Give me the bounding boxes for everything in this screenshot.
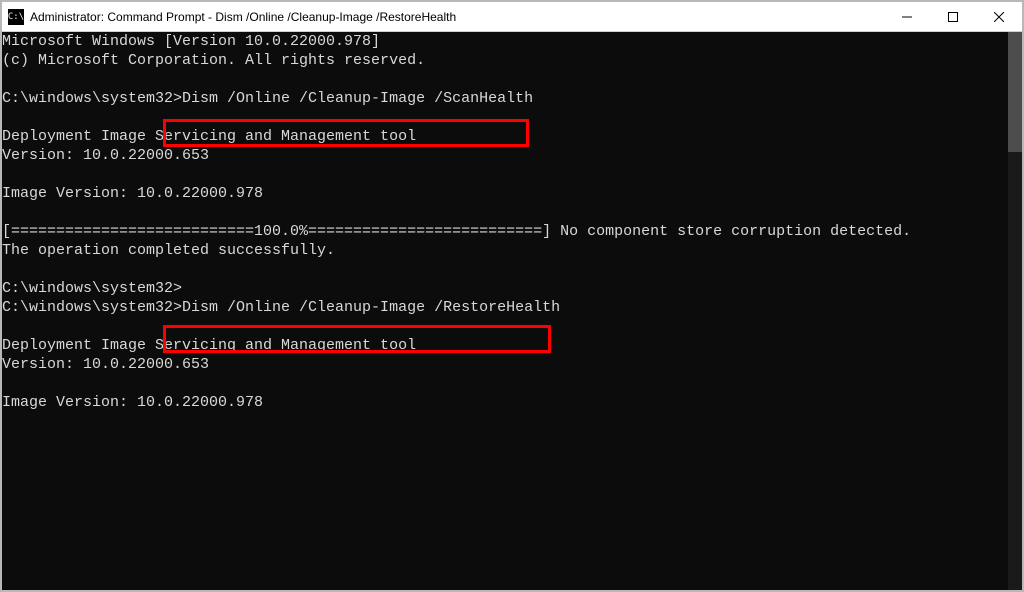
- close-button[interactable]: [976, 2, 1022, 31]
- scrollbar-vertical[interactable]: [1008, 32, 1022, 590]
- terminal-line: [2, 412, 1008, 431]
- minimize-button[interactable]: [884, 2, 930, 31]
- terminal-line: C:\windows\system32>: [2, 279, 1008, 298]
- terminal-line: (c) Microsoft Corporation. All rights re…: [2, 51, 1008, 70]
- close-icon: [994, 12, 1004, 22]
- terminal-line: The operation completed successfully.: [2, 241, 1008, 260]
- window-title: Administrator: Command Prompt - Dism /On…: [30, 10, 456, 24]
- terminal-line: Version: 10.0.22000.653: [2, 355, 1008, 374]
- window-frame: C:\ Administrator: Command Prompt - Dism…: [0, 0, 1024, 592]
- terminal-line: [===========================100.0%======…: [2, 222, 1008, 241]
- terminal-area[interactable]: Microsoft Windows [Version 10.0.22000.97…: [2, 32, 1022, 590]
- terminal-line: Image Version: 10.0.22000.978: [2, 393, 1008, 412]
- terminal-line: [2, 165, 1008, 184]
- maximize-icon: [948, 12, 958, 22]
- window-titlebar[interactable]: C:\ Administrator: Command Prompt - Dism…: [2, 2, 1022, 32]
- terminal-line: Deployment Image Servicing and Managemen…: [2, 127, 1008, 146]
- terminal-line: [2, 70, 1008, 89]
- terminal-line: [2, 317, 1008, 336]
- terminal-output: Microsoft Windows [Version 10.0.22000.97…: [2, 32, 1008, 590]
- terminal-line: Microsoft Windows [Version 10.0.22000.97…: [2, 32, 1008, 51]
- terminal-line: C:\windows\system32>Dism /Online /Cleanu…: [2, 89, 1008, 108]
- terminal-line: Version: 10.0.22000.653: [2, 146, 1008, 165]
- maximize-button[interactable]: [930, 2, 976, 31]
- terminal-line: [2, 203, 1008, 222]
- terminal-line: Image Version: 10.0.22000.978: [2, 184, 1008, 203]
- terminal-line: Deployment Image Servicing and Managemen…: [2, 336, 1008, 355]
- terminal-line: [2, 108, 1008, 127]
- window-controls: [884, 2, 1022, 31]
- terminal-line: [2, 374, 1008, 393]
- scrollbar-thumb[interactable]: [1008, 32, 1022, 152]
- minimize-icon: [902, 12, 912, 22]
- terminal-line: [2, 260, 1008, 279]
- cmd-icon: C:\: [8, 9, 24, 25]
- terminal-line: C:\windows\system32>Dism /Online /Cleanu…: [2, 298, 1008, 317]
